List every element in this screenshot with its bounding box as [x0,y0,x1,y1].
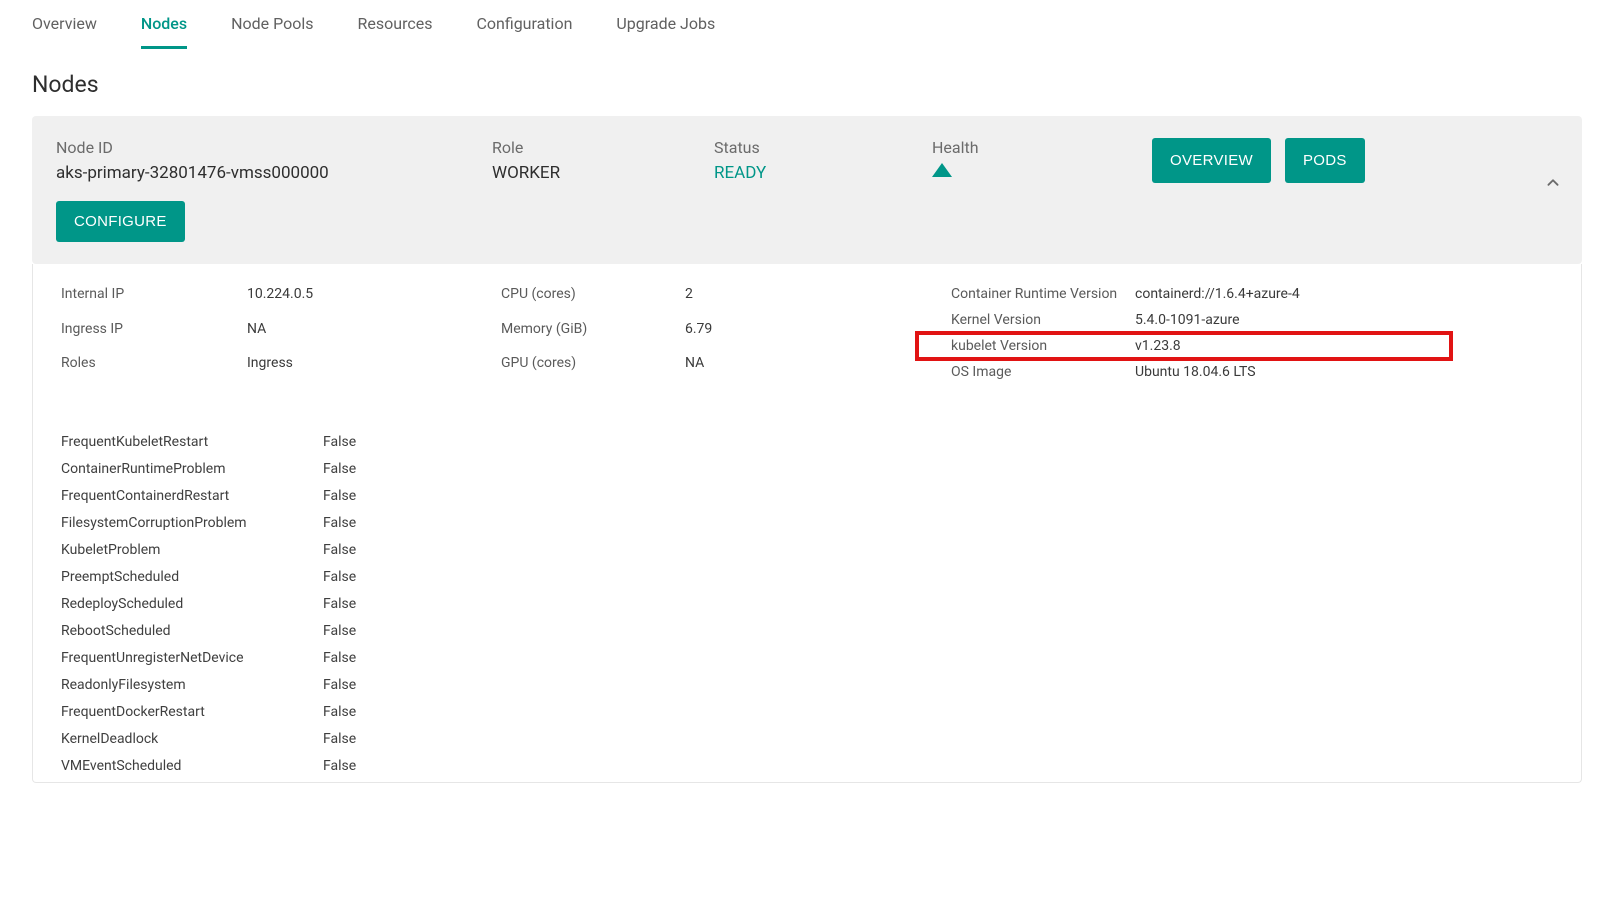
tab-overview[interactable]: Overview [32,8,97,49]
node-id-label: Node ID [56,138,492,157]
node-id-value: aks-primary-32801476-vmss000000 [56,163,492,183]
health-check-value: False [323,461,561,477]
detail-key: Kernel Version [951,312,1135,328]
health-check-name: FrequentContainerdRestart [61,488,323,504]
status-label: Status [714,138,932,157]
tab-upgrade-jobs[interactable]: Upgrade Jobs [616,8,715,49]
health-check-value: False [323,623,561,639]
health-check-value: False [323,731,561,747]
details-right-col: Container Runtime Versioncontainerd://1.… [951,286,1441,380]
health-label: Health [932,138,1152,157]
health-check-name: FrequentDockerRestart [61,704,323,720]
detail-value: v1.23.8 [1135,338,1441,354]
health-check-name: FrequentKubeletRestart [61,434,323,450]
health-check-value: False [323,758,561,774]
detail-key: CPU (cores) [501,286,685,311]
health-check-name: FilesystemCorruptionProblem [61,515,323,531]
header-actions: OVERVIEW PODS [1152,138,1558,183]
pods-button[interactable]: PODS [1285,138,1365,183]
detail-key: Internal IP [61,286,247,311]
details-left-col: Internal IP10.224.0.5Ingress IPNARolesIn… [61,286,501,380]
node-header-card: Node ID aks-primary-32801476-vmss000000 … [32,116,1582,264]
health-check-value: False [323,650,561,666]
overview-button[interactable]: OVERVIEW [1152,138,1271,183]
health-check-value: False [323,569,561,585]
detail-key: Container Runtime Version [951,286,1135,302]
tab-configuration[interactable]: Configuration [476,8,572,49]
tab-node-pools[interactable]: Node Pools [231,8,313,49]
health-block: Health [932,138,1152,181]
detail-value: Ingress [247,355,501,380]
detail-value: 6.79 [685,321,951,346]
health-checks-list: FrequentKubeletRestartFalseContainerRunt… [61,434,561,774]
detail-key: OS Image [951,364,1135,380]
detail-value: NA [247,321,501,346]
detail-value: containerd://1.6.4+azure-4 [1135,286,1441,302]
health-ok-icon [932,163,1152,181]
health-check-value: False [323,596,561,612]
tab-nodes[interactable]: Nodes [141,8,187,49]
health-check-name: KernelDeadlock [61,731,323,747]
health-check-name: KubeletProblem [61,542,323,558]
detail-key: GPU (cores) [501,355,685,380]
page-title: Nodes [32,71,1582,98]
role-value: WORKER [492,163,714,183]
role-block: Role WORKER [492,138,714,183]
details-mid-col: CPU (cores)2Memory (GiB)6.79GPU (cores)N… [501,286,951,380]
health-check-name: RedeployScheduled [61,596,323,612]
health-check-value: False [323,434,561,450]
detail-value: 5.4.0-1091-azure [1135,312,1441,328]
detail-key: Roles [61,355,247,380]
node-details-panel: Internal IP10.224.0.5Ingress IPNARolesIn… [32,264,1582,783]
health-check-value: False [323,704,561,720]
health-check-value: False [323,488,561,504]
collapse-toggle-icon[interactable] [1542,172,1564,198]
status-block: Status READY [714,138,932,183]
health-check-name: ContainerRuntimeProblem [61,461,323,477]
detail-value: NA [685,355,951,380]
detail-key: Memory (GiB) [501,321,685,346]
status-value: READY [714,163,932,183]
tab-resources[interactable]: Resources [358,8,433,49]
health-check-name: FrequentUnregisterNetDevice [61,650,323,666]
health-check-name: RebootScheduled [61,623,323,639]
detail-value: 10.224.0.5 [247,286,501,311]
tabs-nav: Overview Nodes Node Pools Resources Configur… [32,8,1582,49]
health-check-value: False [323,677,561,693]
configure-button[interactable]: CONFIGURE [56,201,185,242]
node-id-block: Node ID aks-primary-32801476-vmss000000 [56,138,492,183]
detail-value: 2 [685,286,951,311]
health-check-name: VMEventScheduled [61,758,323,774]
role-label: Role [492,138,714,157]
detail-value: Ubuntu 18.04.6 LTS [1135,364,1441,380]
health-check-name: ReadonlyFilesystem [61,677,323,693]
health-check-value: False [323,515,561,531]
health-check-name: PreemptScheduled [61,569,323,585]
health-check-value: False [323,542,561,558]
detail-key: Ingress IP [61,321,247,346]
detail-key: kubelet Version [951,338,1135,354]
